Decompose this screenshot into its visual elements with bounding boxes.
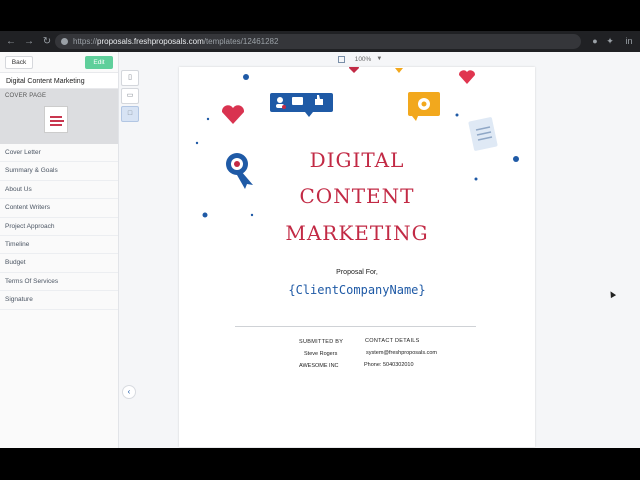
forward-arrow-icon[interactable]: →: [22, 35, 36, 49]
puzzle-icon[interactable]: ✦: [604, 35, 616, 47]
heart-icon: [458, 70, 476, 84]
cover-page-label: COVER PAGE: [5, 93, 47, 99]
url-host: proposals.freshproposals.com: [97, 37, 204, 46]
decor-dot: [250, 213, 254, 217]
contact-email[interactable]: system@freshproposals.com: [366, 350, 437, 356]
sidebar-item-about-us[interactable]: About Us: [0, 181, 118, 200]
sidebar-item-timeline[interactable]: Timeline: [0, 236, 118, 255]
contact-details-label[interactable]: CONTACT DETAILS: [365, 338, 420, 344]
address-bar[interactable]: https:// proposals.freshproposals.com /t…: [55, 34, 581, 49]
decor-dot: [202, 212, 208, 218]
zoom-level[interactable]: 100%: [355, 56, 372, 63]
sidebar-section-list: Cover Letter Summary & Goals About Us Co…: [0, 144, 118, 310]
headline-line-2[interactable]: CONTENT: [179, 184, 535, 208]
decor-dot: [474, 177, 478, 181]
sidebar: Back Edit Digital Content Marketing COVE…: [0, 52, 119, 448]
extension-icon[interactable]: ●: [589, 35, 601, 47]
sidebar-item-terms-of-services[interactable]: Terms Of Services: [0, 273, 118, 292]
sidebar-item-summary-goals[interactable]: Summary & Goals: [0, 162, 118, 181]
screen: ← → ↻ https:// proposals.freshproposals.…: [0, 0, 640, 480]
zoom-control: 100% ▼: [120, 52, 600, 66]
document-title: Digital Content Marketing: [0, 72, 118, 89]
heart-icon: [221, 105, 245, 124]
back-button[interactable]: Back: [5, 55, 33, 69]
profile-avatar[interactable]: in: [619, 35, 639, 47]
view-tools: ▯ ▭ □: [121, 70, 141, 124]
mobile-view-icon[interactable]: ▯: [121, 70, 139, 86]
proposal-for-label[interactable]: Proposal For,: [179, 269, 535, 276]
sidebar-item-signature[interactable]: Signature: [0, 291, 118, 310]
decor-dot: [455, 113, 459, 117]
headline-line-3[interactable]: MARKETING: [179, 221, 535, 245]
sidebar-item-content-writers[interactable]: Content Writers: [0, 199, 118, 218]
collapse-sidebar-button[interactable]: ‹: [122, 385, 136, 399]
edit-button[interactable]: Edit: [85, 55, 113, 69]
contact-phone[interactable]: Phone: 5040302010: [364, 362, 414, 368]
url-path: /templates/12461282: [203, 37, 279, 46]
decor-dot: [195, 141, 199, 145]
reload-icon[interactable]: ↻: [40, 35, 54, 49]
heart-icon: [349, 67, 359, 73]
desktop-view-icon[interactable]: □: [121, 106, 139, 122]
client-company-placeholder[interactable]: {ClientCompanyName}: [179, 283, 535, 297]
chevron-down-icon[interactable]: ▼: [376, 56, 382, 62]
site-info-icon[interactable]: [61, 38, 68, 45]
headline-line-1[interactable]: DIGITAL: [179, 148, 535, 172]
profile-label: in: [625, 36, 633, 46]
sidebar-item-project-approach[interactable]: Project Approach: [0, 218, 118, 236]
sidebar-header: Back Edit: [0, 52, 118, 72]
decor-triangle: [395, 68, 403, 73]
cover-page-thumbnail[interactable]: [44, 106, 68, 133]
back-arrow-icon[interactable]: ←: [4, 35, 18, 49]
submitter-name[interactable]: Steve Rogers: [304, 351, 337, 357]
proposal-editor: Back Edit Digital Content Marketing COVE…: [0, 52, 640, 448]
browser-toolbar: ← → ↻ https:// proposals.freshproposals.…: [0, 31, 640, 52]
decor-dot: [243, 74, 249, 80]
tablet-view-icon[interactable]: ▭: [121, 88, 139, 104]
decor-dot: [206, 117, 210, 121]
sidebar-item-budget[interactable]: Budget: [0, 254, 118, 273]
submitter-company[interactable]: AWESOME INC: [299, 363, 339, 369]
grid-icon[interactable]: [337, 55, 345, 63]
url-scheme: https://: [73, 37, 98, 46]
divider: [235, 326, 476, 327]
sidebar-item-cover-page[interactable]: COVER PAGE: [0, 89, 118, 144]
sidebar-item-cover-letter[interactable]: Cover Letter: [0, 144, 118, 163]
submitted-by-label[interactable]: SUBMITTED BY: [299, 339, 343, 345]
comment-icon: [292, 97, 303, 105]
cover-page-document: DIGITAL CONTENT MARKETING Proposal For, …: [179, 67, 535, 447]
